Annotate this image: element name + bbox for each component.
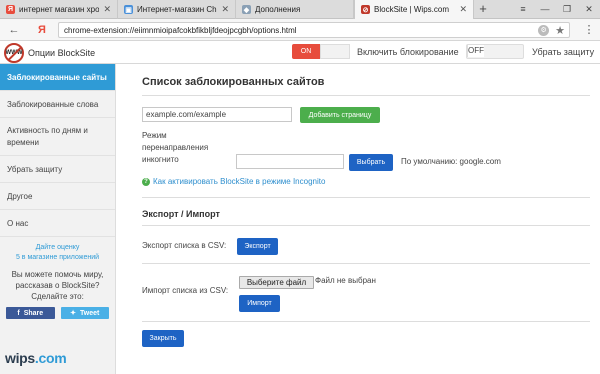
help-line-1: Вы можете помочь миру, xyxy=(11,270,104,279)
incognito-help-link[interactable]: ? Как активировать BlockSite в режиме In… xyxy=(142,177,325,186)
toggle-knob xyxy=(320,44,350,59)
address-bar[interactable]: chrome-extension://eiimnmioipafcokbfikbl… xyxy=(58,22,570,38)
export-label: Экспорт списка в CSV: xyxy=(142,241,227,250)
close-button[interactable]: Закрыть xyxy=(142,330,184,347)
facebook-icon: f xyxy=(17,309,20,317)
sidebar-item-other[interactable]: Другое xyxy=(0,183,115,210)
help-question-icon: ? xyxy=(142,177,150,186)
back-icon[interactable]: ← xyxy=(6,22,22,38)
main-content: Список заблокированных сайтов Добавить с… xyxy=(116,64,600,374)
help-line-3: Сделайте это: xyxy=(31,292,84,301)
redirect-url-input[interactable] xyxy=(236,154,344,169)
close-window-icon[interactable]: ✕ xyxy=(578,0,600,19)
restore-icon[interactable]: ❐ xyxy=(556,0,578,19)
more-menu-icon[interactable]: ⋮ xyxy=(582,22,596,38)
export-button[interactable]: Экспорт xyxy=(237,238,278,255)
blocksite-icon: ⊘ xyxy=(361,5,370,14)
divider xyxy=(142,321,590,322)
block-toggle-label: Включить блокирование xyxy=(357,47,459,57)
help-line-2: рассказав о BlockSite? xyxy=(15,281,100,290)
sidebar-item-label: Другое xyxy=(7,191,33,201)
yandex-icon[interactable]: Я xyxy=(34,22,50,38)
export-import-title: Экспорт / Импорт xyxy=(142,209,220,219)
sidebar-item-label: Убрать защиту xyxy=(7,164,63,174)
rate-line-1: Дайте оценку xyxy=(35,244,80,251)
redirect-label: Режим перенаправления инкогнито xyxy=(142,131,209,164)
twitter-tweet-button[interactable]: ✦ Tweet xyxy=(60,307,109,319)
tab-title: интернет магазин хром — xyxy=(19,5,100,14)
site-url-input[interactable] xyxy=(142,107,292,122)
toggle-off-label: OFF xyxy=(467,45,484,57)
sidebar-item-label: Заблокированные сайты xyxy=(7,72,107,82)
block-toggle[interactable]: ON xyxy=(292,44,350,59)
twitter-icon: ✦ xyxy=(70,310,77,317)
share-buttons: f Share ✦ Tweet xyxy=(6,307,109,319)
minimize-icon[interactable]: — xyxy=(534,0,556,19)
chrome-store-icon: ▣ xyxy=(124,5,133,14)
tab-close-icon[interactable]: ✕ xyxy=(221,4,229,15)
browser-menu-icon[interactable]: ≡ xyxy=(512,0,534,19)
divider xyxy=(142,225,590,226)
protection-toggle-label: Убрать защиту xyxy=(532,47,595,57)
rate-link[interactable]: Дайте оценку 5 в магазине приложений xyxy=(0,243,115,263)
choose-redirect-button[interactable]: Выбрать xyxy=(349,154,393,171)
section-title: Список заблокированных сайтов xyxy=(142,76,325,88)
browser-toolbar: ← Я chrome-extension://eiimnmioipafcokbf… xyxy=(0,19,600,41)
import-button[interactable]: Импорт xyxy=(239,295,280,312)
bookmark-star-icon[interactable]: ★ xyxy=(555,24,565,37)
divider xyxy=(142,95,590,96)
protection-toggle[interactable]: OFF xyxy=(466,44,524,59)
sidebar-item-label: О нас xyxy=(7,218,29,228)
rate-line-2: 5 в магазине приложений xyxy=(15,254,100,261)
toggle-on-label: ON xyxy=(300,48,312,55)
wips-watermark: wips.com xyxy=(5,350,67,366)
tab-title: Дополнения xyxy=(255,5,301,14)
sidebar-item-activity-schedule[interactable]: Активность по дням и времени xyxy=(0,118,115,156)
add-page-button[interactable]: Добавить страницу xyxy=(300,107,380,123)
sidebar-item-label: Заблокированные слова xyxy=(7,99,99,109)
extension-header: WWW Опции BlockSite ON Включить блокиров… xyxy=(0,41,600,64)
sidebar-item-blocked-words[interactable]: Заблокированные слова xyxy=(0,91,115,118)
tab-strip: Я интернет магазин хром — ✕ ▣ Интернет-м… xyxy=(0,0,600,19)
default-redirect-text: По умолчанию: google.com xyxy=(401,157,501,166)
sidebar-item-label: Активность по дням и времени xyxy=(7,125,88,147)
yandex-icon: Я xyxy=(6,5,15,14)
browser-tab[interactable]: ◆ Дополнения xyxy=(236,0,354,19)
browser-tab[interactable]: Я интернет магазин хром — ✕ xyxy=(0,0,118,19)
page-title: Опции BlockSite xyxy=(28,48,96,58)
extension-page-icon[interactable]: ⚙ xyxy=(538,24,550,36)
share-prompt: Вы можете помочь миру, рассказав о Block… xyxy=(0,269,115,302)
choose-file-button[interactable]: Выберите файл xyxy=(239,276,314,289)
tab-close-icon[interactable]: ✕ xyxy=(459,4,467,15)
extensions-icon: ◆ xyxy=(242,5,251,14)
browser-tab[interactable]: ▣ Интернет-магазин Chrome ✕ xyxy=(118,0,236,19)
facebook-share-button[interactable]: f Share xyxy=(6,307,55,319)
browser-tab-active[interactable]: ⊘ BlockSite | Wips.com ✕ xyxy=(354,0,474,19)
divider xyxy=(142,197,590,198)
tab-title: Интернет-магазин Chrome xyxy=(137,5,217,14)
new-tab-button[interactable]: + xyxy=(476,1,490,17)
blocksite-logo-icon: WWW xyxy=(4,43,24,63)
divider xyxy=(142,263,590,264)
url-text[interactable]: chrome-extension://eiimnmioipafcokbfikbl… xyxy=(64,26,538,35)
sidebar: Заблокированные сайты Заблокированные сл… xyxy=(0,64,116,374)
tab-close-icon[interactable]: ✕ xyxy=(103,4,111,15)
sidebar-item-remove-protection[interactable]: Убрать защиту xyxy=(0,156,115,183)
file-status-text: Файл не выбран xyxy=(315,276,376,285)
tab-title: BlockSite | Wips.com xyxy=(374,5,449,14)
sidebar-item-blocked-sites[interactable]: Заблокированные сайты xyxy=(0,64,115,91)
import-label: Импорт списка из CSV: xyxy=(142,286,229,295)
sidebar-item-about[interactable]: О нас xyxy=(0,210,115,237)
